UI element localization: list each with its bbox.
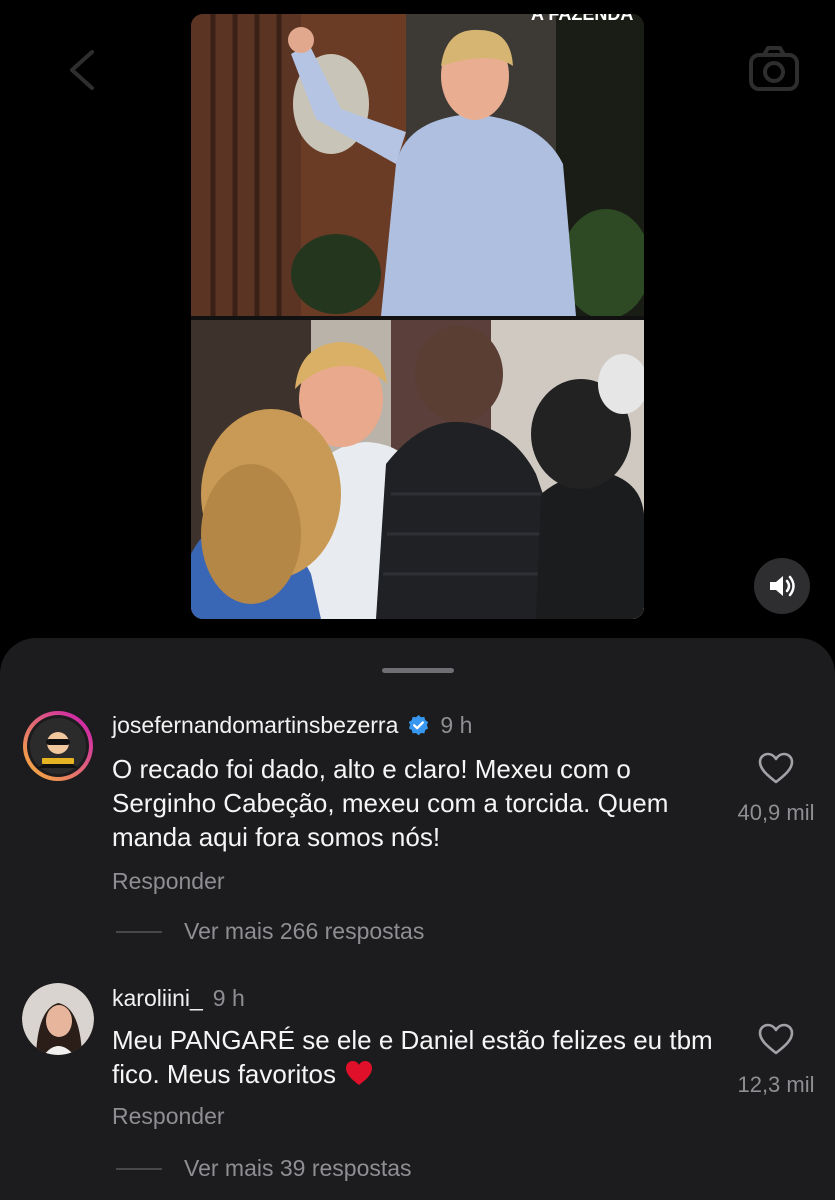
reel-video[interactable]: A FAZENDA	[191, 14, 644, 619]
sheet-drag-handle[interactable]	[382, 668, 454, 673]
reel-comments-screen: A FAZENDA josefernandomartinsbezerra 9 h…	[0, 0, 835, 1200]
avatar-image	[22, 983, 94, 1055]
comment-username[interactable]: karoliini_	[112, 985, 203, 1012]
reply-button[interactable]: Responder	[112, 1103, 225, 1130]
like-count: 12,3 mil	[737, 1072, 815, 1097]
comments-sheet: josefernandomartinsbezerra 9 h O recado …	[0, 638, 835, 1200]
like-heart-icon[interactable]	[757, 1022, 795, 1056]
video-frame-illustration: A FAZENDA	[191, 14, 644, 619]
view-replies-label: Ver mais 266 respostas	[184, 918, 425, 944]
mute-toggle-button[interactable]	[754, 558, 810, 614]
comment-time: 9 h	[440, 712, 473, 738]
back-arrow-icon[interactable]	[62, 48, 102, 92]
view-replies-button[interactable]: Ver mais 266 respostas	[116, 918, 424, 945]
avatar[interactable]	[22, 710, 94, 782]
comment-username[interactable]: josefernandomartinsbezerra	[112, 712, 398, 739]
like-count: 40,9 mil	[737, 800, 815, 825]
like-heart-icon[interactable]	[757, 751, 795, 785]
camera-icon[interactable]	[748, 45, 800, 93]
comment-text: O recado foi dado, alto e claro! Mexeu c…	[112, 754, 669, 852]
view-replies-label: Ver mais 39 respostas	[184, 1155, 412, 1181]
replies-divider-line	[116, 930, 162, 933]
speaker-icon	[770, 575, 795, 597]
reply-button[interactable]: Responder	[112, 868, 225, 895]
comment-header: josefernandomartinsbezerra 9 h	[112, 712, 472, 739]
view-replies-button[interactable]: Ver mais 39 respostas	[116, 1155, 412, 1182]
red-heart-emoji-icon	[345, 1061, 372, 1085]
comment-text: Meu PANGARÉ se ele e Daniel estão felize…	[112, 1023, 722, 1091]
verified-badge-icon	[409, 714, 429, 736]
comment-text-body: Meu PANGARÉ se ele e Daniel estão felize…	[112, 1025, 713, 1089]
channel-watermark: A FAZENDA	[531, 14, 633, 24]
avatar[interactable]	[22, 983, 94, 1055]
comment-header: karoliini_ 9 h	[112, 985, 245, 1012]
replies-divider-line	[116, 1167, 162, 1170]
comment-time: 9 h	[212, 985, 245, 1011]
avatar-image	[23, 711, 93, 781]
